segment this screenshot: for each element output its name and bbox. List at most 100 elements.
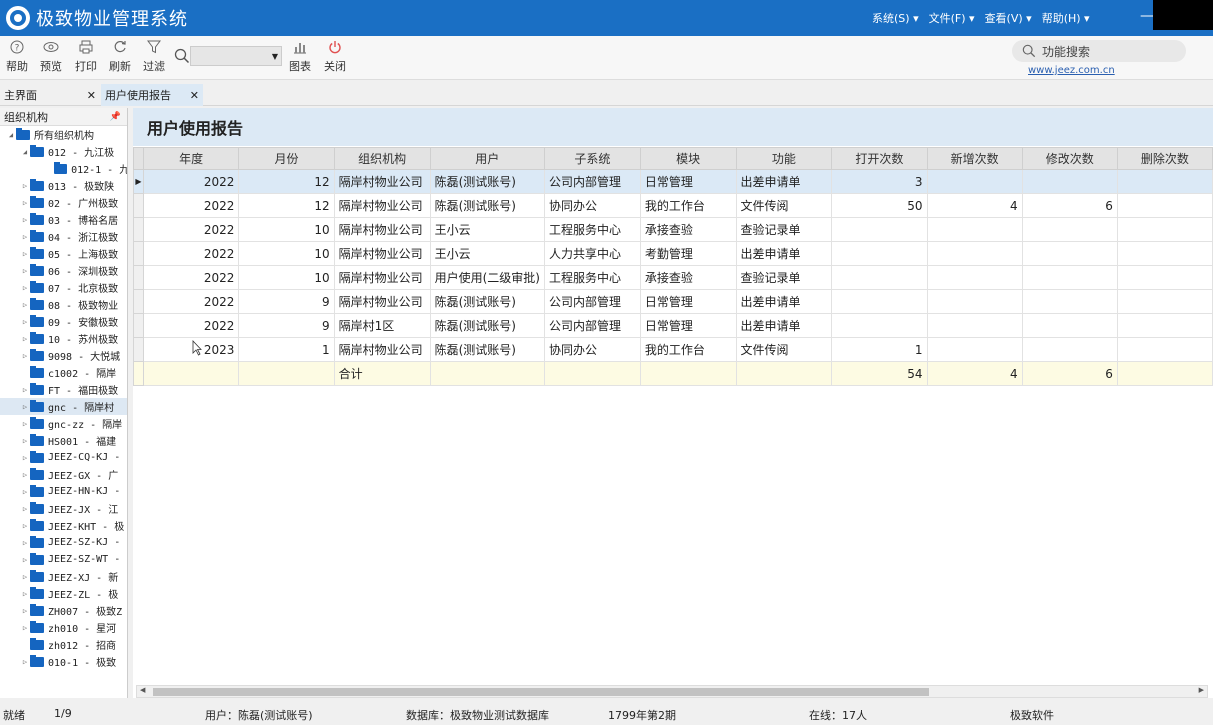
org-tree-item[interactable]: ▷ JEEZ-XJ - 新 xyxy=(0,568,127,585)
table-cell[interactable]: 2022 xyxy=(142,289,240,314)
table-cell[interactable] xyxy=(1116,217,1213,242)
table-row[interactable]: 2022 10 隔岸村物业公司 王小云 人力共享中心 考勤管理 出差申请单 xyxy=(133,241,1213,266)
org-tree-item[interactable]: ▷ 9098 - 大悦城 xyxy=(0,347,127,364)
expand-arrow-icon[interactable]: ▷ xyxy=(20,471,30,479)
table-cell[interactable]: 出差申请单 xyxy=(735,313,833,338)
org-tree-item[interactable]: ▷ JEEZ-SZ-KJ - xyxy=(0,534,127,551)
table-cell[interactable]: 陈磊(测试账号) xyxy=(429,337,545,362)
scrollbar-thumb[interactable] xyxy=(153,688,929,696)
expand-arrow-icon[interactable]: ▷ xyxy=(20,539,30,547)
table-cell[interactable]: 查验记录单 xyxy=(735,217,833,242)
org-tree-item[interactable]: ▷ JEEZ-CQ-KJ - xyxy=(0,449,127,466)
column-header[interactable]: 删除次数 xyxy=(1116,147,1213,170)
table-cell[interactable]: 日常管理 xyxy=(639,169,737,194)
org-tree-item[interactable]: ▷ 04 - 浙江极致 xyxy=(0,228,127,245)
table-cell[interactable]: 陈磊(测试账号) xyxy=(429,169,545,194)
table-cell[interactable]: 出差申请单 xyxy=(735,289,833,314)
column-header[interactable]: 子系统 xyxy=(543,147,641,170)
expand-arrow-icon[interactable]: ▷ xyxy=(20,233,30,241)
table-cell[interactable]: 隔岸村物业公司 xyxy=(333,241,431,266)
table-cell[interactable] xyxy=(543,361,641,386)
scroll-right-icon[interactable]: ▶ xyxy=(1199,686,1204,694)
table-cell[interactable]: 考勤管理 xyxy=(639,241,737,266)
table-cell[interactable]: 4 xyxy=(926,193,1023,218)
column-header[interactable]: 新增次数 xyxy=(926,147,1023,170)
row-header[interactable] xyxy=(133,289,144,314)
table-cell[interactable]: 陈磊(测试账号) xyxy=(429,289,545,314)
table-cell[interactable] xyxy=(1116,241,1213,266)
column-header[interactable]: 模块 xyxy=(639,147,737,170)
refresh-button[interactable]: 刷新 xyxy=(103,40,137,74)
table-row[interactable]: 2022 10 隔岸村物业公司 王小云 工程服务中心 承接查验 查验记录单 xyxy=(133,217,1213,242)
table-cell[interactable]: 日常管理 xyxy=(639,313,737,338)
table-cell[interactable] xyxy=(238,361,335,386)
table-cell[interactable]: 公司内部管理 xyxy=(543,169,641,194)
table-cell[interactable]: 陈磊(测试账号) xyxy=(429,313,545,338)
expand-arrow-icon[interactable]: ▷ xyxy=(20,454,30,462)
table-cell[interactable] xyxy=(1116,193,1213,218)
org-tree-item[interactable]: ▷ 06 - 深圳极致 xyxy=(0,262,127,279)
row-header[interactable] xyxy=(133,193,144,218)
table-cell[interactable]: 查验记录单 xyxy=(735,265,833,290)
table-cell[interactable] xyxy=(831,217,928,242)
expand-arrow-icon[interactable]: ▷ xyxy=(20,267,30,275)
close-button[interactable]: 关闭 xyxy=(318,40,352,74)
table-cell[interactable]: 6 xyxy=(1021,361,1118,386)
close-icon[interactable]: ✕ xyxy=(87,89,96,102)
table-cell[interactable] xyxy=(1116,169,1213,194)
table-cell[interactable] xyxy=(1021,217,1118,242)
org-tree-item[interactable]: ▷ JEEZ-JX - 江 xyxy=(0,500,127,517)
table-cell[interactable] xyxy=(1021,169,1118,194)
table-cell[interactable]: 用户使用(二级审批) xyxy=(429,265,545,290)
tab-user-report[interactable]: 用户使用报告 ✕ xyxy=(101,84,203,106)
table-cell[interactable] xyxy=(1021,241,1118,266)
expand-arrow-icon[interactable]: ▷ xyxy=(20,284,30,292)
table-cell[interactable] xyxy=(926,169,1023,194)
table-cell[interactable]: 12 xyxy=(238,193,335,218)
table-cell[interactable]: 12 xyxy=(238,169,335,194)
menu-view[interactable]: 查看(V) ▾ xyxy=(985,10,1032,26)
table-cell[interactable]: 54 xyxy=(831,361,928,386)
org-tree-item[interactable]: ▷ 05 - 上海极致 xyxy=(0,245,127,262)
table-cell[interactable] xyxy=(831,241,928,266)
expand-arrow-icon[interactable]: ▷ xyxy=(20,250,30,258)
table-cell[interactable] xyxy=(1116,313,1213,338)
minimize-icon[interactable]: — xyxy=(1140,8,1154,24)
table-cell[interactable]: 2022 xyxy=(142,265,240,290)
table-cell[interactable]: 公司内部管理 xyxy=(543,313,641,338)
close-icon[interactable]: ✕ xyxy=(190,89,199,102)
org-tree-item[interactable]: ▷ 09 - 安徽极致 xyxy=(0,313,127,330)
table-cell[interactable]: 协同办公 xyxy=(543,193,641,218)
column-header[interactable]: 打开次数 xyxy=(831,147,928,170)
column-header[interactable]: 年度 xyxy=(142,147,240,170)
table-cell[interactable]: 6 xyxy=(1021,193,1118,218)
table-row[interactable]: 2022 12 隔岸村物业公司 陈磊(测试账号) 协同办公 我的工作台 文件传阅 50 4 6 xyxy=(133,193,1213,218)
expand-arrow-icon[interactable]: ▷ xyxy=(20,522,30,530)
expand-arrow-icon[interactable]: ▷ xyxy=(20,420,30,428)
column-header[interactable]: 功能 xyxy=(735,147,833,170)
table-cell[interactable]: 10 xyxy=(238,241,335,266)
org-tree-item[interactable]: ▷ HS001 - 福建 xyxy=(0,432,127,449)
org-tree-item[interactable]: ▷ 07 - 北京极致 xyxy=(0,279,127,296)
table-cell[interactable]: 合计 xyxy=(333,361,431,386)
menu-file[interactable]: 文件(F) ▾ xyxy=(929,10,975,26)
table-cell[interactable]: 工程服务中心 xyxy=(543,217,641,242)
website-link[interactable]: www.jeez.com.cn xyxy=(1028,65,1115,76)
table-cell[interactable] xyxy=(639,361,737,386)
expanded-arrow-icon[interactable]: ◢ xyxy=(6,131,16,139)
expand-arrow-icon[interactable]: ▷ xyxy=(20,624,30,632)
expand-arrow-icon[interactable]: ▷ xyxy=(20,318,30,326)
table-cell[interactable] xyxy=(735,361,833,386)
table-cell[interactable]: 隔岸村1区 xyxy=(333,313,431,338)
org-tree-item[interactable]: 012-1 - 九 xyxy=(0,160,127,177)
chart-button[interactable]: 图表 xyxy=(283,40,317,74)
table-cell[interactable]: 日常管理 xyxy=(639,289,737,314)
row-header[interactable] xyxy=(133,361,144,386)
row-header[interactable]: ▶ xyxy=(133,169,144,194)
horizontal-scrollbar[interactable]: ◀ ▶ xyxy=(136,685,1208,698)
expand-arrow-icon[interactable]: ▷ xyxy=(20,216,30,224)
row-header[interactable] xyxy=(133,313,144,338)
org-tree-item[interactable]: ▷ 03 - 博裕名居 xyxy=(0,211,127,228)
table-cell[interactable]: 4 xyxy=(926,361,1023,386)
org-tree-item[interactable]: ▷ gnc - 隔岸村 xyxy=(0,398,127,415)
